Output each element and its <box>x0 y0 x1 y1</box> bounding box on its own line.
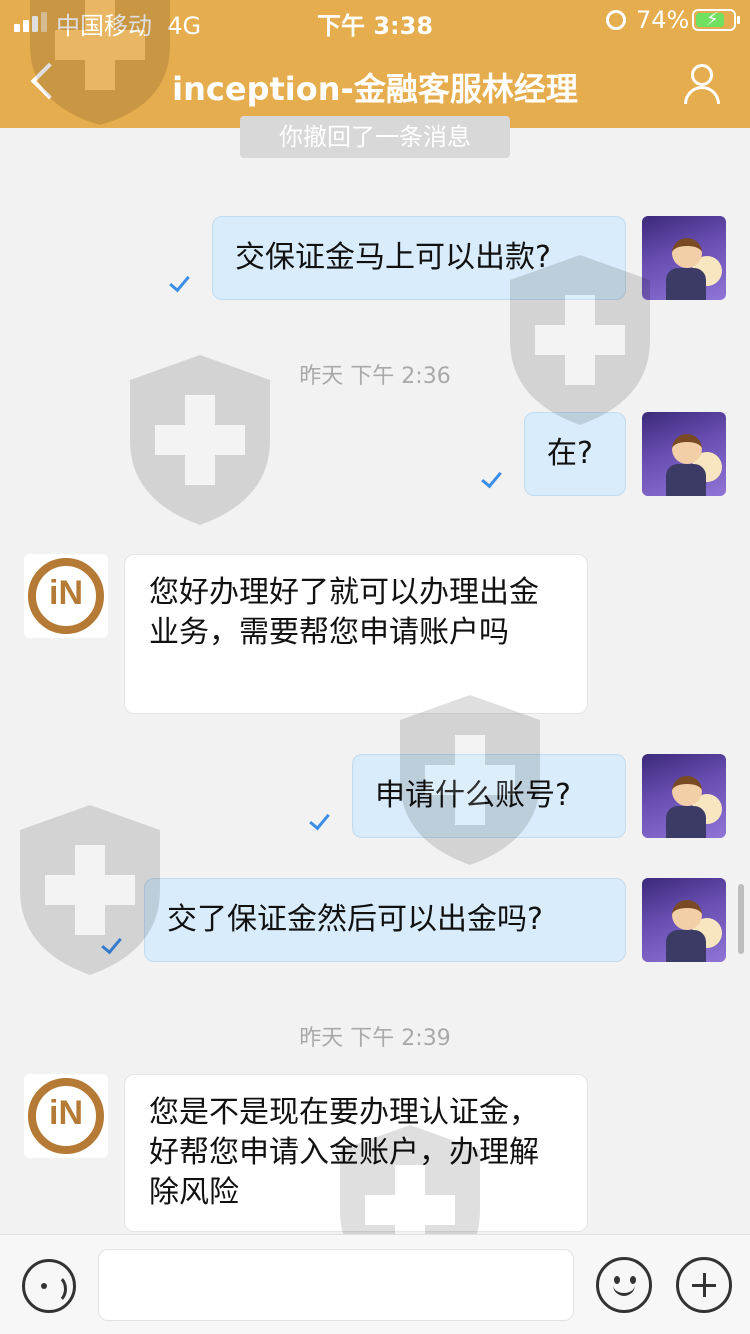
user-avatar[interactable] <box>642 216 726 300</box>
recall-notice: 你撤回了一条消息 <box>240 116 510 158</box>
message-bubble-outgoing[interactable]: 交了保证金然后可以出金吗? <box>144 878 626 962</box>
scrollbar[interactable] <box>738 884 744 954</box>
profile-button[interactable] <box>680 62 724 106</box>
user-avatar[interactable] <box>642 412 726 496</box>
timestamp: 昨天 下午 2:39 <box>299 1026 451 1051</box>
read-check-icon <box>168 272 192 296</box>
message-bubble-outgoing[interactable]: 申请什么账号? <box>352 754 626 838</box>
message-bubble-incoming[interactable]: 您好办理好了就可以办理出金业务，需要帮您申请账户吗 <box>124 554 588 714</box>
message-text: 交了保证金然后可以出金吗? <box>167 902 543 937</box>
message-bubble-outgoing[interactable]: 在? <box>524 412 626 496</box>
read-check-icon <box>100 934 124 958</box>
battery-icon: ⚡ <box>692 9 740 31</box>
message-text: 申请什么账号? <box>375 778 571 813</box>
voice-button[interactable] <box>22 1259 76 1313</box>
chat-header: 中国移动 4G 下午 3:38 74% ⚡ inception-金融客服林经理 <box>0 0 750 128</box>
read-check-icon <box>308 810 332 834</box>
message-input[interactable] <box>98 1249 574 1321</box>
message-bubble-outgoing[interactable]: 交保证金马上可以出款? <box>212 216 626 300</box>
timestamp: 昨天 下午 2:36 <box>299 364 451 389</box>
read-check-icon <box>480 468 504 492</box>
message-bubble-incoming[interactable]: 您是不是现在要办理认证金，好帮您申请入金账户，办理解除风险 <box>124 1074 588 1232</box>
rotation-lock-icon <box>606 10 626 30</box>
agent-avatar[interactable]: iN <box>24 554 108 638</box>
agent-avatar[interactable]: iN <box>24 1074 108 1158</box>
emoji-button[interactable] <box>596 1257 652 1313</box>
more-plus-button[interactable] <box>676 1257 732 1313</box>
user-avatar[interactable] <box>642 878 726 962</box>
chat-title: inception-金融客服林经理 <box>172 70 578 108</box>
message-text: 交保证金马上可以出款? <box>235 240 551 275</box>
message-text: 在? <box>547 436 593 471</box>
battery-percent: 74% <box>636 6 690 34</box>
status-bar: 中国移动 4G 下午 3:38 74% ⚡ <box>0 0 750 40</box>
message-text: 您好办理好了就可以办理出金业务，需要帮您申请账户吗 <box>149 575 539 650</box>
user-avatar[interactable] <box>642 754 726 838</box>
message-input-bar <box>0 1234 750 1334</box>
message-text: 您是不是现在要办理认证金，好帮您申请入金账户，办理解除风险 <box>149 1095 539 1210</box>
person-icon <box>691 64 713 86</box>
